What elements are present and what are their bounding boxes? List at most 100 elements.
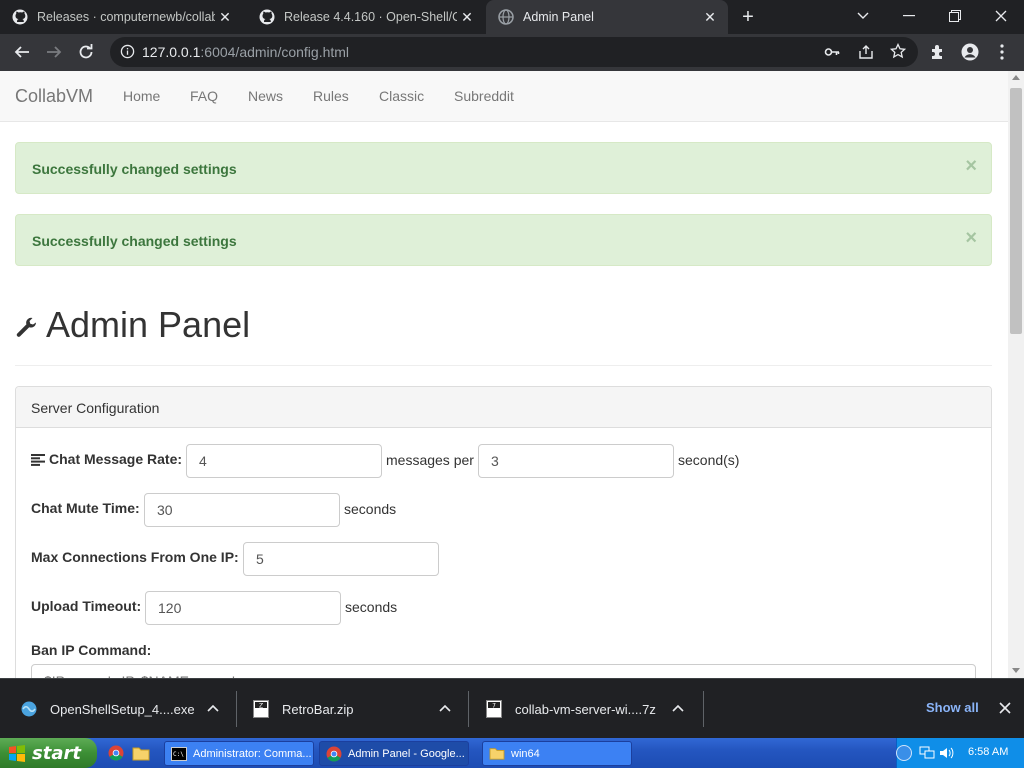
mute-time-input[interactable] bbox=[144, 493, 340, 527]
tab-release-open-shell[interactable]: Release 4.4.160 · Open-Shell/Open-Shell … bbox=[247, 0, 485, 34]
page-title: Admin Panel bbox=[46, 304, 251, 345]
nav-rules[interactable]: Rules bbox=[313, 88, 349, 104]
chrome-quicklaunch-icon[interactable] bbox=[108, 745, 124, 766]
close-window-button[interactable] bbox=[978, 0, 1024, 32]
download-filename: RetroBar.zip bbox=[282, 701, 354, 717]
browser-toolbar: 127.0.0.1:6004/admin/config.html bbox=[0, 34, 1024, 71]
tab-admin-panel[interactable]: Admin Panel ✕ bbox=[486, 0, 728, 34]
tab-title: Release 4.4.160 · Open-Shell/Open-Shell bbox=[284, 10, 457, 24]
key-icon[interactable] bbox=[824, 44, 840, 65]
taskbar-clock: 6:58 AM bbox=[968, 746, 1009, 758]
mute-time-label: Chat Mute Time: bbox=[31, 500, 140, 516]
download-item[interactable]: 7 collab-vm-server-wi....7z bbox=[485, 679, 656, 739]
chevron-up-icon[interactable] bbox=[671, 701, 685, 715]
task-label: Admin Panel - Google... bbox=[348, 747, 465, 760]
task-admin-panel-chrome[interactable]: Admin Panel - Google... bbox=[319, 741, 469, 766]
site-navbar: CollabVM Home FAQ News Rules Classic Sub… bbox=[0, 71, 1008, 122]
address-bar[interactable]: 127.0.0.1:6004/admin/config.html bbox=[110, 37, 918, 67]
url-text: 127.0.0.1:6004/admin/config.html bbox=[142, 44, 349, 60]
upload-timeout-input[interactable] bbox=[145, 591, 341, 625]
url-host: 127.0.0.1 bbox=[142, 44, 201, 60]
github-icon bbox=[259, 9, 275, 25]
page-content: CollabVM Home FAQ News Rules Classic Sub… bbox=[0, 71, 1008, 678]
info-icon[interactable] bbox=[120, 44, 135, 64]
tab-search-icon[interactable] bbox=[840, 0, 886, 32]
panel-title: Server Configuration bbox=[31, 400, 160, 416]
task-command-prompt[interactable]: C:\ Administrator: Comma... bbox=[164, 741, 314, 766]
nav-subreddit[interactable]: Subreddit bbox=[454, 88, 514, 104]
divider bbox=[703, 691, 704, 727]
svg-text:C:\: C:\ bbox=[173, 751, 184, 758]
page-scrollbar[interactable] bbox=[1008, 71, 1024, 678]
alert-close-icon[interactable]: × bbox=[965, 228, 977, 248]
downloads-bar: OpenShellSetup_4....exe Z RetroBar.zip 7… bbox=[0, 678, 1024, 738]
show-all-button[interactable]: Show all bbox=[926, 700, 979, 715]
task-label: win64 bbox=[511, 747, 540, 760]
chat-rate-messages-input[interactable] bbox=[186, 444, 382, 478]
scroll-down-arrow[interactable] bbox=[1012, 668, 1020, 673]
back-button[interactable] bbox=[8, 38, 36, 66]
folder-icon bbox=[489, 746, 505, 762]
upload-timeout-label: Upload Timeout: bbox=[31, 598, 142, 614]
download-filename: collab-vm-server-wi....7z bbox=[515, 701, 656, 717]
download-item[interactable]: OpenShellSetup_4....exe bbox=[20, 679, 195, 739]
nav-faq[interactable]: FAQ bbox=[190, 88, 218, 104]
success-alert: Successfully changed settings × bbox=[15, 142, 992, 194]
nav-home[interactable]: Home bbox=[123, 88, 160, 104]
close-tab-icon[interactable]: ✕ bbox=[215, 7, 235, 27]
close-tab-icon[interactable]: ✕ bbox=[700, 7, 720, 27]
share-icon[interactable] bbox=[858, 44, 874, 65]
folder-quicklaunch-icon[interactable] bbox=[132, 745, 150, 766]
reload-button[interactable] bbox=[72, 38, 100, 66]
start-label: start bbox=[32, 742, 81, 764]
bookmark-star-icon[interactable] bbox=[889, 42, 907, 64]
github-icon bbox=[12, 9, 28, 25]
archive-icon: Z bbox=[252, 700, 270, 718]
taskbar: start C:\ Administrator: Comma... Admin … bbox=[0, 738, 1024, 768]
chat-rate-suffix: second(s) bbox=[678, 452, 740, 468]
max-connections-input[interactable] bbox=[243, 542, 439, 576]
chevron-up-icon[interactable] bbox=[438, 701, 452, 715]
download-filename: OpenShellSetup_4....exe bbox=[50, 701, 195, 717]
chat-rate-label: Chat Message Rate: bbox=[49, 451, 183, 467]
menu-kebab-icon[interactable] bbox=[988, 38, 1016, 66]
chrome-icon bbox=[326, 746, 342, 762]
globe-icon bbox=[498, 9, 514, 25]
url-path: :6004/admin/config.html bbox=[200, 44, 350, 60]
extensions-icon[interactable] bbox=[924, 38, 952, 66]
tab-releases-collab-vm[interactable]: Releases · computernewb/collab-vm ✕ bbox=[0, 0, 243, 34]
new-tab-button[interactable]: + bbox=[736, 6, 760, 28]
minimize-button[interactable] bbox=[886, 0, 932, 32]
installer-icon bbox=[20, 700, 38, 718]
7z-archive-icon: 7 bbox=[485, 700, 503, 718]
divider bbox=[15, 365, 992, 366]
chat-rate-seconds-input[interactable] bbox=[478, 444, 674, 478]
nav-news[interactable]: News bbox=[248, 88, 283, 104]
forward-button[interactable] bbox=[40, 38, 68, 66]
alert-close-icon[interactable]: × bbox=[965, 156, 977, 176]
alert-message: Successfully changed settings bbox=[32, 233, 237, 249]
download-item[interactable]: Z RetroBar.zip bbox=[252, 679, 354, 739]
close-downloads-icon[interactable] bbox=[999, 701, 1011, 719]
tray-expand-icon[interactable] bbox=[896, 745, 912, 761]
restore-button[interactable] bbox=[932, 0, 978, 32]
tab-strip: Releases · computernewb/collab-vm ✕ Rele… bbox=[0, 0, 1024, 34]
task-win64-folder[interactable]: win64 bbox=[482, 741, 632, 766]
chat-rate-middle-text: messages per bbox=[386, 452, 474, 468]
align-left-icon bbox=[31, 453, 45, 471]
network-icon[interactable] bbox=[919, 746, 935, 765]
start-button[interactable]: start bbox=[0, 738, 97, 768]
divider bbox=[236, 691, 237, 727]
chevron-up-icon[interactable] bbox=[206, 701, 220, 715]
scrollbar-thumb[interactable] bbox=[1010, 88, 1022, 334]
profile-icon[interactable] bbox=[956, 38, 984, 66]
nav-classic[interactable]: Classic bbox=[379, 88, 424, 104]
divider bbox=[468, 691, 469, 727]
ban-ip-command-input[interactable] bbox=[31, 664, 976, 678]
close-tab-icon[interactable]: ✕ bbox=[457, 7, 477, 27]
site-brand[interactable]: CollabVM bbox=[15, 86, 93, 107]
upload-timeout-suffix: seconds bbox=[345, 599, 398, 615]
scroll-up-arrow[interactable] bbox=[1012, 75, 1020, 80]
volume-icon[interactable] bbox=[939, 746, 955, 765]
cmd-icon: C:\ bbox=[171, 746, 187, 762]
